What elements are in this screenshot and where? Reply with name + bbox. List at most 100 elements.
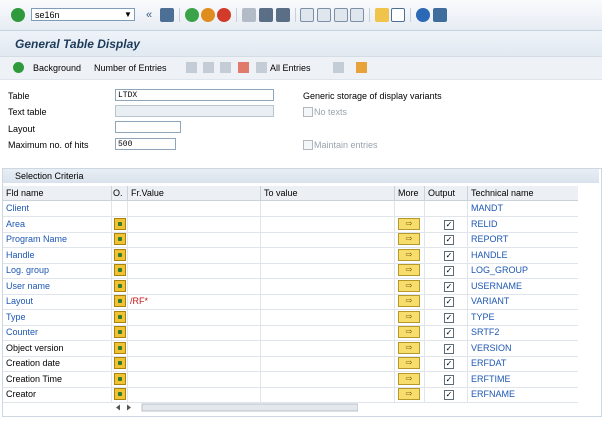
to-value-input[interactable] [261,387,395,402]
column-header-from-value[interactable]: Fr.Value [128,186,261,200]
field-name[interactable]: Area [3,216,112,232]
option-select-icon[interactable] [114,233,126,245]
from-value-input[interactable] [128,232,261,247]
to-value-input[interactable] [261,340,395,356]
new-session-icon[interactable] [375,8,389,22]
option-select-icon[interactable] [114,279,126,292]
output-checkbox[interactable]: ✓ [444,390,454,400]
multiple-selection-button[interactable]: ⇨ [398,341,420,354]
multiple-selection-button[interactable]: ⇨ [398,248,420,261]
output-checkbox[interactable]: ✓ [444,219,454,230]
multiple-selection-button[interactable]: ⇨ [398,233,420,245]
back-icon[interactable]: « [146,8,160,22]
delete-row-icon[interactable] [238,62,249,73]
field-name[interactable]: Handle [3,247,112,263]
from-value-input[interactable] [128,325,261,340]
output-checkbox[interactable]: ✓ [444,297,454,307]
horizontal-scrollbar[interactable] [112,403,358,412]
to-value-input[interactable] [261,309,395,325]
field-name[interactable]: Program Name [3,232,112,247]
to-value-input[interactable] [261,263,395,278]
output-checkbox[interactable]: ✓ [444,281,454,292]
output-checkbox[interactable]: ✓ [444,250,454,261]
multiple-selection-button[interactable]: ⇨ [398,326,420,338]
option-select-icon[interactable] [114,372,126,385]
find-icon[interactable] [259,8,273,22]
column-header-more[interactable]: More [395,186,425,200]
from-value-input[interactable]: /RF* [128,294,261,309]
table-input[interactable]: LTDX [115,89,274,101]
option-select-icon[interactable] [114,357,126,369]
multiple-selection-button[interactable]: ⇨ [398,217,420,230]
output-checkbox[interactable]: ✓ [444,343,454,354]
max-hits-input[interactable]: 500 [115,138,176,150]
multiple-selection-button[interactable]: ⇨ [398,295,420,307]
to-value-input[interactable] [261,201,395,216]
option-select-icon[interactable] [114,388,126,400]
column-header-to-value[interactable]: To value [261,186,395,200]
command-field[interactable]: se16n [31,8,135,21]
last-page-icon[interactable] [350,8,364,22]
find-next-icon[interactable] [276,8,290,22]
layout-input[interactable] [115,121,181,133]
output-checkbox[interactable]: ✓ [444,359,454,369]
from-value-input[interactable] [128,387,261,402]
field-name[interactable]: Client [3,201,112,216]
output-checkbox[interactable]: ✓ [444,328,454,338]
select-all-icon[interactable] [186,62,197,73]
option-select-icon[interactable] [114,217,126,230]
to-value-input[interactable] [261,356,395,371]
multiple-selection-button[interactable]: ⇨ [398,372,420,385]
print-icon[interactable] [242,8,256,22]
multiple-selection-button[interactable]: ⇨ [398,279,420,292]
from-value-input[interactable] [128,371,261,387]
enter-icon[interactable] [11,8,25,22]
deselect-icon[interactable] [203,62,214,73]
layout-icon[interactable] [433,8,447,22]
help-icon[interactable] [416,8,430,22]
to-value-input[interactable] [261,232,395,247]
from-value-input[interactable] [128,278,261,294]
to-value-input[interactable] [261,371,395,387]
cancel-icon[interactable] [217,8,231,22]
option-select-icon[interactable] [114,326,126,338]
save-icon[interactable] [160,8,174,22]
chevron-down-icon[interactable]: ▼ [122,9,134,20]
multiple-selection-icon[interactable] [333,62,344,73]
option-select-icon[interactable] [114,295,126,307]
shortcut-icon[interactable] [391,8,405,22]
multiple-selection-button[interactable]: ⇨ [398,264,420,276]
output-checkbox[interactable]: ✓ [444,266,454,276]
field-name[interactable]: Type [3,309,112,325]
field-name[interactable]: User name [3,278,112,294]
multiple-selection-button[interactable]: ⇨ [398,310,420,323]
multiple-selection-button[interactable]: ⇨ [398,357,420,369]
back-green-icon[interactable] [185,8,199,22]
option-select-icon[interactable] [114,264,126,276]
prev-page-icon[interactable] [317,8,331,22]
exit-icon[interactable] [201,8,215,22]
field-name[interactable]: Layout [3,294,112,309]
next-page-icon[interactable] [334,8,348,22]
option-select-icon[interactable] [114,341,126,354]
background-button[interactable]: Background [33,63,81,73]
details-icon[interactable] [220,62,231,73]
from-value-input[interactable] [128,216,261,232]
execute-icon[interactable] [13,62,24,73]
column-header-fld-name[interactable]: Fld name [3,186,112,200]
from-value-input[interactable] [128,356,261,371]
option-select-icon[interactable] [114,248,126,261]
output-checkbox[interactable]: ✓ [444,312,454,323]
from-value-input[interactable] [128,309,261,325]
to-value-input[interactable] [261,294,395,309]
all-entries-icon[interactable] [256,62,267,73]
multiple-selection-button[interactable]: ⇨ [398,388,420,400]
from-value-input[interactable] [128,263,261,278]
from-value-input[interactable] [128,247,261,263]
first-page-icon[interactable] [300,8,314,22]
column-header-option[interactable]: O. [112,186,128,200]
field-name[interactable]: Log. group [3,263,112,278]
from-value-input[interactable] [128,201,261,216]
field-name[interactable]: Counter [3,325,112,340]
to-value-input[interactable] [261,216,395,232]
